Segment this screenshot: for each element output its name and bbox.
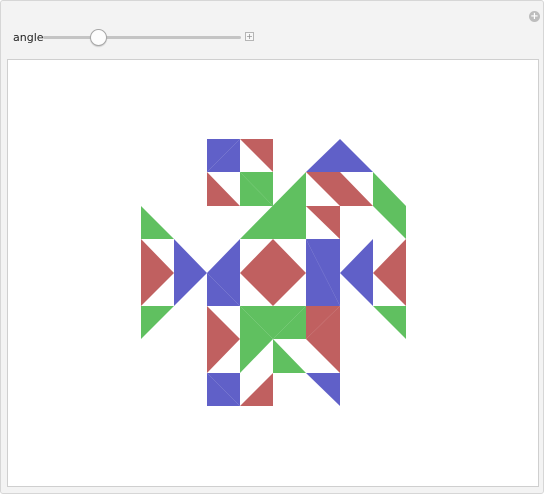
tile-triangle [207, 339, 240, 373]
tile-triangle [306, 373, 340, 406]
tile-triangle [373, 172, 406, 206]
tile-triangle [306, 206, 340, 239]
tile-triangle [306, 139, 373, 172]
tile-triangle [340, 172, 373, 206]
angle-slider-thumb[interactable] [90, 29, 108, 46]
tile-triangle [240, 339, 273, 373]
manipulate-panel: + angle + [0, 0, 544, 494]
tile-artwork [141, 139, 406, 406]
tile-triangle [141, 206, 174, 239]
tile-triangle [141, 306, 174, 339]
tile-triangle [373, 306, 406, 339]
tile-triangle [306, 172, 340, 206]
graphics-canvas [7, 59, 539, 487]
plus-square-icon[interactable]: + [245, 32, 254, 41]
angle-slider-track[interactable] [43, 36, 241, 39]
tile-triangle [306, 339, 340, 373]
add-circle-icon[interactable]: + [529, 11, 540, 22]
tile-triangle [207, 172, 240, 206]
tile-triangle [141, 239, 174, 306]
tile-triangle [240, 373, 273, 406]
angle-label: angle [13, 31, 44, 44]
tile-triangle [240, 239, 306, 306]
tile-triangle [340, 239, 373, 306]
tile-triangle [174, 239, 207, 306]
tile-triangle [273, 339, 306, 373]
tile-triangle [240, 139, 273, 172]
tile-triangle [373, 239, 406, 306]
tile-triangle [373, 206, 406, 239]
tile-triangle [207, 306, 240, 339]
